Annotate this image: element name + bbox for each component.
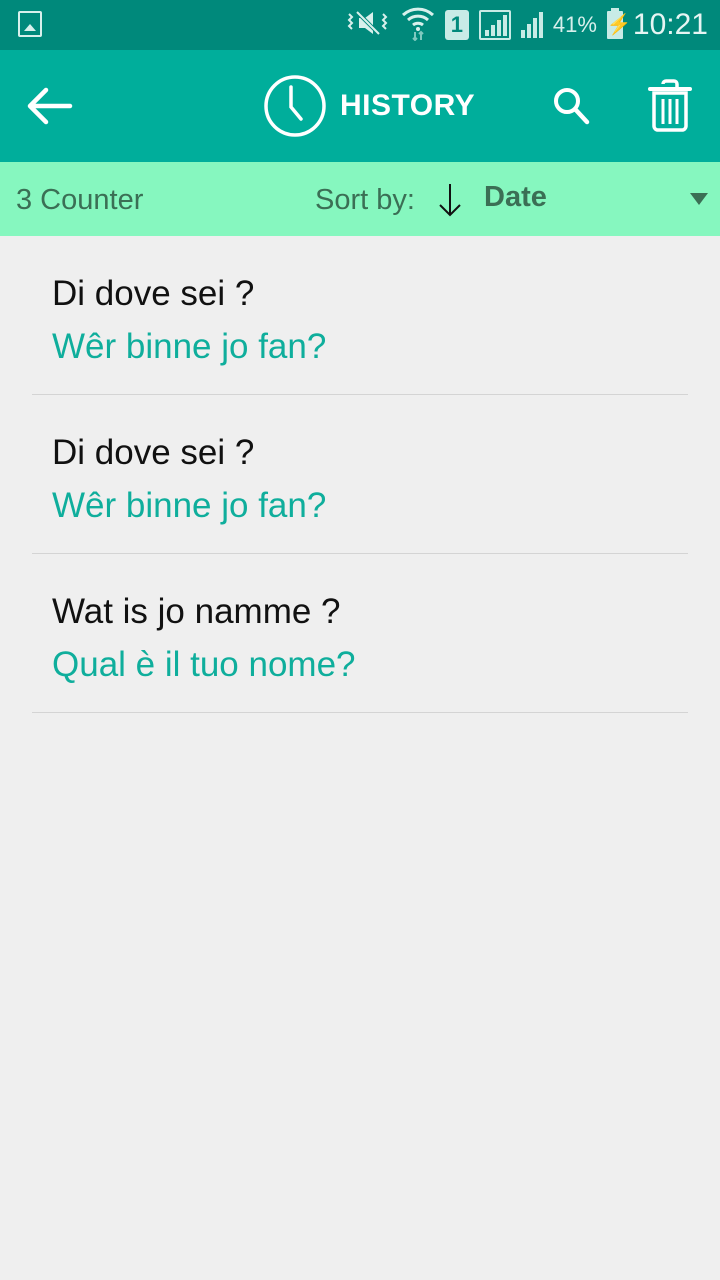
battery-percent: 41% [552,12,597,37]
signal-strength-icon [520,12,543,38]
translation-text: Wêr binne jo fan? [52,486,327,525]
history-item[interactable]: Wat is jo namme ? Qual è il tuo nome? [32,554,688,713]
history-item[interactable]: Di dove sei ? Wêr binne jo fan? [32,236,688,395]
sort-by-label: Sort by: [315,184,415,216]
app-bar: HISTORY [0,50,720,162]
source-text: Di dove sei ? [52,274,255,313]
status-time: 10:21 [632,8,708,41]
translation-text: Qual è il tuo nome? [52,645,356,684]
search-icon [554,88,590,125]
search-button[interactable] [550,84,594,128]
sort-select[interactable]: Date [484,181,547,214]
back-button[interactable] [26,84,74,128]
page-title: HISTORY [340,89,476,122]
status-bar: 1 41% ⚡ 10:21 [0,0,720,50]
sort-direction-icon[interactable] [436,182,464,218]
sort-bar: 3 Counter Sort by: Date [0,162,720,236]
translation-text: Wêr binne jo fan? [52,327,327,366]
gallery-notification-icon [18,11,42,37]
signal-icon [478,10,511,40]
source-text: Di dove sei ? [52,433,255,472]
arrow-left-icon [27,87,73,125]
delete-all-button[interactable] [646,78,694,134]
wifi-icon [401,5,435,46]
source-text: Wat is jo namme ? [52,592,341,631]
clock-icon [264,75,326,137]
history-item[interactable]: Di dove sei ? Wêr binne jo fan? [32,395,688,554]
trash-icon [648,79,692,132]
vibrate-mute-icon [345,8,391,43]
history-counter: 3 Counter [16,184,144,216]
dropdown-arrow-icon[interactable] [690,193,708,205]
title-group: HISTORY [264,74,475,138]
history-list: Di dove sei ? Wêr binne jo fan? Di dove … [32,236,688,713]
battery-charging-icon: ⚡ [606,8,632,39]
sim-icon: 1 [444,10,469,40]
